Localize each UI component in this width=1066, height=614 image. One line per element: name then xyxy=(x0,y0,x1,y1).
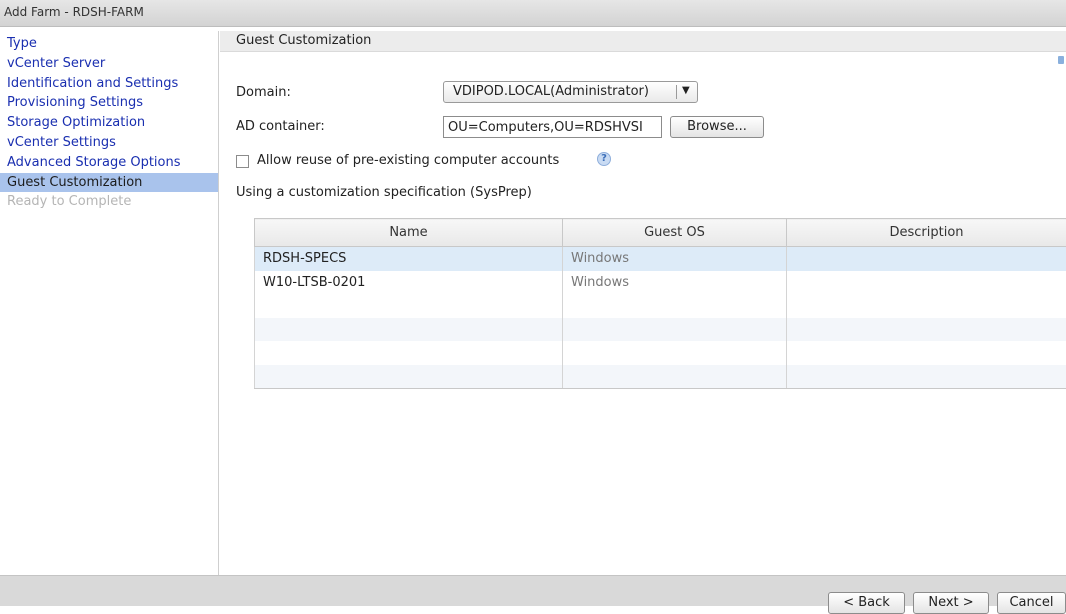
ad-container-input[interactable] xyxy=(443,116,662,138)
sidebar-item-vcenter-settings[interactable]: vCenter Settings xyxy=(0,133,218,153)
table-row-empty xyxy=(255,318,1066,342)
wizard-footer: < Back Next > Cancel xyxy=(0,575,1066,606)
cell-description xyxy=(787,247,1066,271)
cell-guest-os: Windows xyxy=(563,271,787,295)
cancel-button[interactable]: Cancel xyxy=(997,592,1066,614)
cell-name: RDSH-SPECS xyxy=(255,247,563,271)
domain-select-value: VDIPOD.LOCAL(Administrator) xyxy=(453,84,649,99)
browse-button[interactable]: Browse... xyxy=(670,116,764,138)
sidebar-item-provisioning-settings[interactable]: Provisioning Settings xyxy=(0,93,218,113)
cell-description xyxy=(787,271,1066,295)
section-title: Guest Customization xyxy=(220,31,1066,52)
spec-heading: Using a customization specification (Sys… xyxy=(236,185,532,200)
help-icon[interactable]: ? xyxy=(597,152,611,166)
sidebar-item-vcenter-server[interactable]: vCenter Server xyxy=(0,54,218,74)
customization-spec-table: Name Guest OS Description RDSH-SPECS Win… xyxy=(254,218,1066,389)
table-row-empty xyxy=(255,294,1066,318)
domain-select[interactable]: VDIPOD.LOCAL(Administrator) ▼ xyxy=(443,81,698,103)
sidebar-item-type[interactable]: Type xyxy=(0,34,218,54)
column-header-name[interactable]: Name xyxy=(255,219,563,247)
chevron-down-icon: ▼ xyxy=(682,85,690,96)
sidebar-item-identification-settings[interactable]: Identification and Settings xyxy=(0,74,218,94)
back-button[interactable]: < Back xyxy=(828,592,905,614)
sidebar-item-guest-customization[interactable]: Guest Customization xyxy=(0,173,218,193)
table-row-empty xyxy=(255,341,1066,365)
table-row-empty xyxy=(255,365,1066,389)
select-separator xyxy=(676,85,677,99)
allow-reuse-label: Allow reuse of pre-existing computer acc… xyxy=(257,153,559,168)
window-title: Add Farm - RDSH-FARM xyxy=(0,0,1066,27)
ad-container-label: AD container: xyxy=(236,119,325,134)
sidebar-item-ready-to-complete: Ready to Complete xyxy=(0,192,218,212)
table-row[interactable]: W10-LTSB-0201 Windows xyxy=(255,271,1066,295)
sidebar-item-advanced-storage-options[interactable]: Advanced Storage Options xyxy=(0,153,218,173)
cell-name: W10-LTSB-0201 xyxy=(255,271,563,295)
cell-guest-os: Windows xyxy=(563,247,787,271)
domain-label: Domain: xyxy=(236,85,291,100)
next-button[interactable]: Next > xyxy=(913,592,989,614)
column-header-description[interactable]: Description xyxy=(787,219,1066,247)
table-row[interactable]: RDSH-SPECS Windows xyxy=(255,247,1066,271)
help-link-icon[interactable] xyxy=(1058,56,1064,64)
column-header-guest-os[interactable]: Guest OS xyxy=(563,219,787,247)
wizard-steps-sidebar: Type vCenter Server Identification and S… xyxy=(0,31,219,575)
allow-reuse-checkbox[interactable] xyxy=(236,155,249,168)
sidebar-item-storage-optimization[interactable]: Storage Optimization xyxy=(0,113,218,133)
